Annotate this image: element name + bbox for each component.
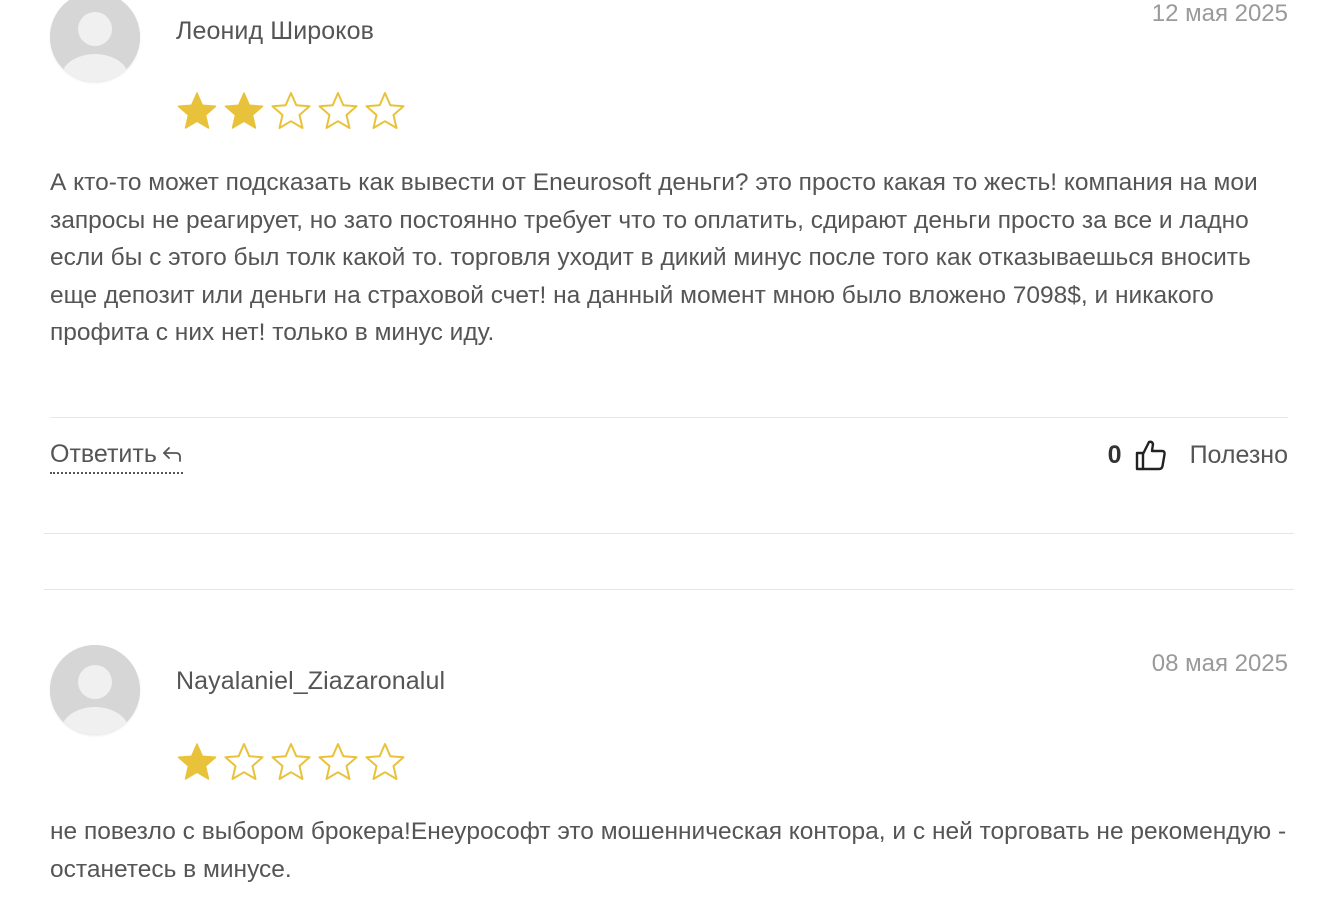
divider [50, 417, 1288, 418]
avatar [50, 0, 140, 82]
star-filled-icon [177, 743, 217, 780]
review-card: Леонид Широков 12 мая 2025 А кто-то може… [50, 0, 1288, 520]
star-empty-icon [224, 743, 264, 780]
reply-arrow-icon [162, 447, 181, 462]
star-rating [176, 741, 406, 783]
review-text: А кто-то может подсказать как вывести от… [50, 169, 1258, 346]
star-empty-icon [365, 743, 405, 780]
review-card: Nayalaniel_Ziazaronalul 08 мая 2025 не п… [50, 645, 1288, 916]
review-text: не повезло с выбором брокера!Енеуpософт … [50, 818, 1287, 883]
useful-group: 0 Полезно [1108, 438, 1288, 472]
star-empty-icon [318, 743, 358, 780]
star-empty-icon [318, 92, 358, 129]
author-name: Леонид Широков [176, 17, 375, 45]
user-placeholder-icon [50, 645, 140, 735]
author-name: Nayalaniel_Ziazaronalul [176, 667, 446, 695]
useful-count: 0 [1107, 440, 1122, 469]
avatar [50, 645, 140, 735]
reply-button[interactable]: Ответить [50, 440, 183, 474]
review-separator [44, 589, 1294, 590]
thumbs-up-icon[interactable] [1134, 438, 1168, 472]
review-date: 08 мая 2025 [1151, 650, 1288, 677]
star-empty-icon [365, 92, 405, 129]
star-empty-icon [271, 743, 311, 780]
user-placeholder-icon [50, 0, 140, 82]
star-empty-icon [271, 92, 311, 129]
review-date: 12 мая 2025 [1151, 0, 1288, 27]
reply-label: Ответить [50, 440, 157, 468]
star-filled-icon [177, 92, 217, 129]
review-separator [44, 533, 1294, 534]
star-filled-icon [224, 92, 264, 129]
useful-button[interactable]: Полезно [1190, 441, 1288, 470]
star-rating [176, 90, 406, 132]
